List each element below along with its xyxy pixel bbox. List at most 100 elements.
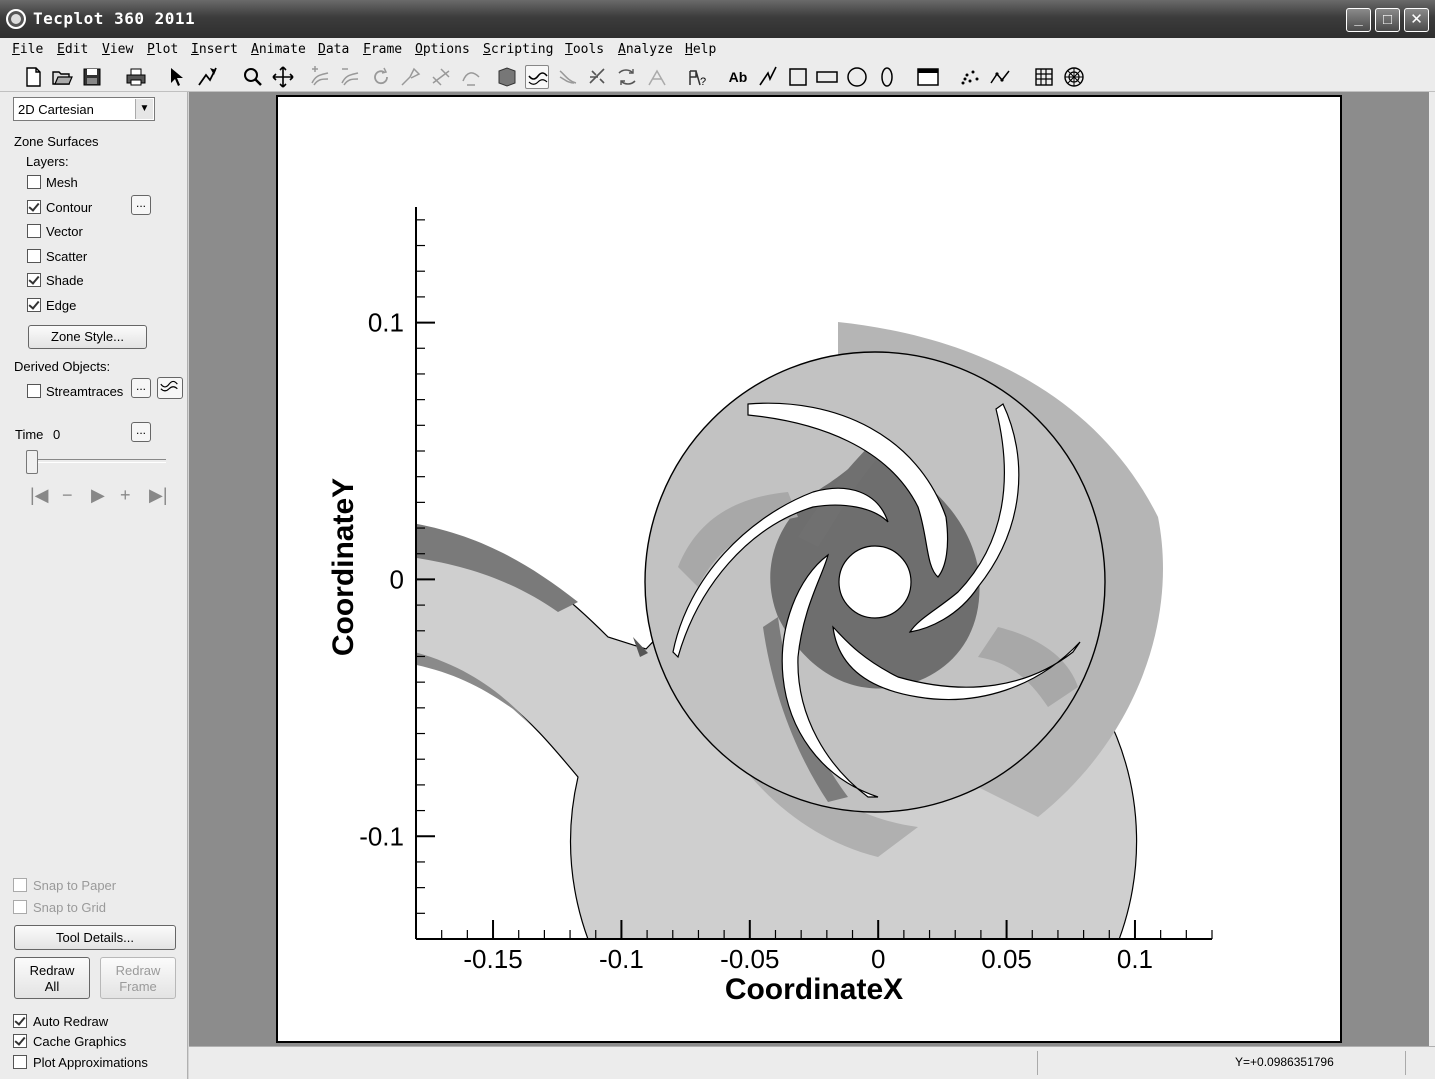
menu-analyze[interactable]: Analyze xyxy=(618,42,673,57)
frame-icon[interactable] xyxy=(916,65,940,89)
scatter-icon[interactable] xyxy=(958,65,982,89)
menu-insert[interactable]: Insert xyxy=(191,42,238,57)
ellipse-icon[interactable] xyxy=(875,65,899,89)
plot-type-select[interactable]: 2D Cartesian ▼ xyxy=(13,97,155,121)
open-file-icon[interactable] xyxy=(50,65,74,89)
slice-icon[interactable] xyxy=(429,65,453,89)
derived-objects-heading: Derived Objects: xyxy=(14,359,111,374)
window-title: Tecplot 360 2011 xyxy=(33,9,196,28)
tecplot-app-icon[interactable] xyxy=(6,9,26,29)
adjustor-icon[interactable] xyxy=(196,65,220,89)
status-bar: Y=+0.0986351796 xyxy=(189,1046,1435,1079)
auto-redraw-checkbox[interactable] xyxy=(13,1014,27,1028)
time-details-button[interactable]: ... xyxy=(131,422,151,442)
last-step-icon[interactable]: ▶| xyxy=(149,485,168,506)
right-edge xyxy=(1429,92,1435,1079)
minimize-button[interactable]: _ xyxy=(1346,8,1371,32)
snap-to-paper-checkbox[interactable] xyxy=(13,878,27,892)
menu-frame[interactable]: Frame xyxy=(363,42,402,57)
chevron-down-icon[interactable]: ▼ xyxy=(135,99,153,119)
redraw-all-button[interactable]: Redraw All xyxy=(14,957,90,999)
close-button[interactable]: ✕ xyxy=(1404,8,1429,32)
contour-checkbox[interactable] xyxy=(27,200,41,214)
shade-checkbox[interactable] xyxy=(27,273,41,287)
rotate-icon[interactable] xyxy=(369,65,393,89)
rectangle-icon[interactable] xyxy=(815,65,839,89)
time-slider-track[interactable] xyxy=(28,459,166,463)
status-coordinate-readout: Y=+0.0986351796 xyxy=(1235,1055,1334,1069)
tool-details-button[interactable]: Tool Details... xyxy=(14,925,176,950)
step-back-icon[interactable]: − xyxy=(62,485,73,506)
polar-streamline-icon[interactable] xyxy=(645,65,669,89)
polar-icon[interactable] xyxy=(1062,65,1086,89)
y-axis-label: CoordinateY xyxy=(327,478,360,656)
menu-animate[interactable]: Animate xyxy=(251,42,306,57)
x-tick-label: -0.15 xyxy=(463,944,522,974)
print-icon[interactable] xyxy=(124,65,148,89)
contour-label-icon[interactable]: ? xyxy=(686,65,710,89)
redraw-frame-button[interactable]: Redraw Frame xyxy=(100,957,176,999)
square-icon[interactable] xyxy=(786,65,810,89)
time-slider-thumb[interactable] xyxy=(26,450,38,474)
mesh-tool-icon[interactable] xyxy=(615,65,639,89)
polyline-icon[interactable] xyxy=(756,65,780,89)
grid-icon[interactable] xyxy=(1032,65,1056,89)
first-step-icon[interactable]: |◀ xyxy=(30,485,49,506)
cache-graphics-checkbox[interactable] xyxy=(13,1034,27,1048)
menu-help[interactable]: Help xyxy=(685,42,716,57)
zone-effect-icon[interactable] xyxy=(495,65,519,89)
plot-approximations-checkbox[interactable] xyxy=(13,1055,27,1069)
x-tick-label: 0.1 xyxy=(1117,944,1153,974)
translate-icon[interactable] xyxy=(271,65,295,89)
zone-surfaces-heading: Zone Surfaces xyxy=(14,134,99,149)
isosurface-icon[interactable] xyxy=(586,65,610,89)
menu-bar: File Edit View Plot Insert Animate Data … xyxy=(0,38,1435,62)
x-axis-label: CoordinateX xyxy=(725,973,903,1006)
menu-file[interactable]: File xyxy=(12,42,43,57)
circle-icon[interactable] xyxy=(845,65,869,89)
rake-icon[interactable] xyxy=(556,65,580,89)
scatter-checkbox[interactable] xyxy=(27,249,41,263)
streamtraces-label: Streamtraces xyxy=(46,384,124,399)
save-icon[interactable] xyxy=(80,65,104,89)
contour-add-icon[interactable] xyxy=(308,65,332,89)
snap-to-grid-checkbox[interactable] xyxy=(13,900,27,914)
y-tick-label: 0.1 xyxy=(368,308,404,338)
streamtrace-icon[interactable] xyxy=(525,65,549,89)
redraw-frame-label-line1: Redraw xyxy=(115,963,161,978)
maximize-button[interactable]: □ xyxy=(1375,8,1400,32)
y-tick-label: 0 xyxy=(390,564,404,594)
menu-options[interactable]: Options xyxy=(415,42,470,57)
contour-plot[interactable]: -0.15 -0.1 -0.05 0 0.05 0.1 0.1 0 -0.1 Coordinate… xyxy=(278,97,1340,1041)
streamtraces-details-button[interactable]: ... xyxy=(131,378,151,398)
streamtrace-tool-button[interactable] xyxy=(157,377,183,399)
menu-data[interactable]: Data xyxy=(318,42,349,57)
zone-style-button[interactable]: Zone Style... xyxy=(28,325,147,349)
contour-details-button[interactable]: ... xyxy=(131,195,151,215)
vector-checkbox[interactable] xyxy=(27,224,41,238)
selector-icon[interactable] xyxy=(166,65,190,89)
extract-icon[interactable] xyxy=(459,65,483,89)
text-icon[interactable]: Ab xyxy=(726,65,750,89)
edge-label: Edge xyxy=(46,298,77,313)
step-forward-icon[interactable]: + xyxy=(120,485,131,506)
menu-scripting[interactable]: Scripting xyxy=(483,42,553,57)
play-icon[interactable]: ▶ xyxy=(91,485,105,506)
menu-edit[interactable]: Edit xyxy=(57,42,88,57)
scatter-label: Scatter xyxy=(46,249,88,264)
probe-icon[interactable] xyxy=(399,65,423,89)
mesh-checkbox[interactable] xyxy=(27,175,41,189)
menu-tools[interactable]: Tools xyxy=(565,42,604,57)
layers-label: Layers: xyxy=(26,154,69,169)
plot-frame[interactable]: -0.15 -0.1 -0.05 0 0.05 0.1 0.1 0 -0.1 Coordinate… xyxy=(276,95,1342,1043)
contour-remove-icon[interactable] xyxy=(338,65,362,89)
new-file-icon[interactable] xyxy=(21,65,45,89)
auto-redraw-label: Auto Redraw xyxy=(33,1014,109,1029)
edge-checkbox[interactable] xyxy=(27,298,41,312)
menu-plot[interactable]: Plot xyxy=(147,42,178,57)
menu-view[interactable]: View xyxy=(102,42,133,57)
line-plot-icon[interactable] xyxy=(988,65,1012,89)
zoom-icon[interactable] xyxy=(241,65,265,89)
streamtraces-checkbox[interactable] xyxy=(27,384,41,398)
snap-to-grid-label: Snap to Grid xyxy=(33,900,106,915)
